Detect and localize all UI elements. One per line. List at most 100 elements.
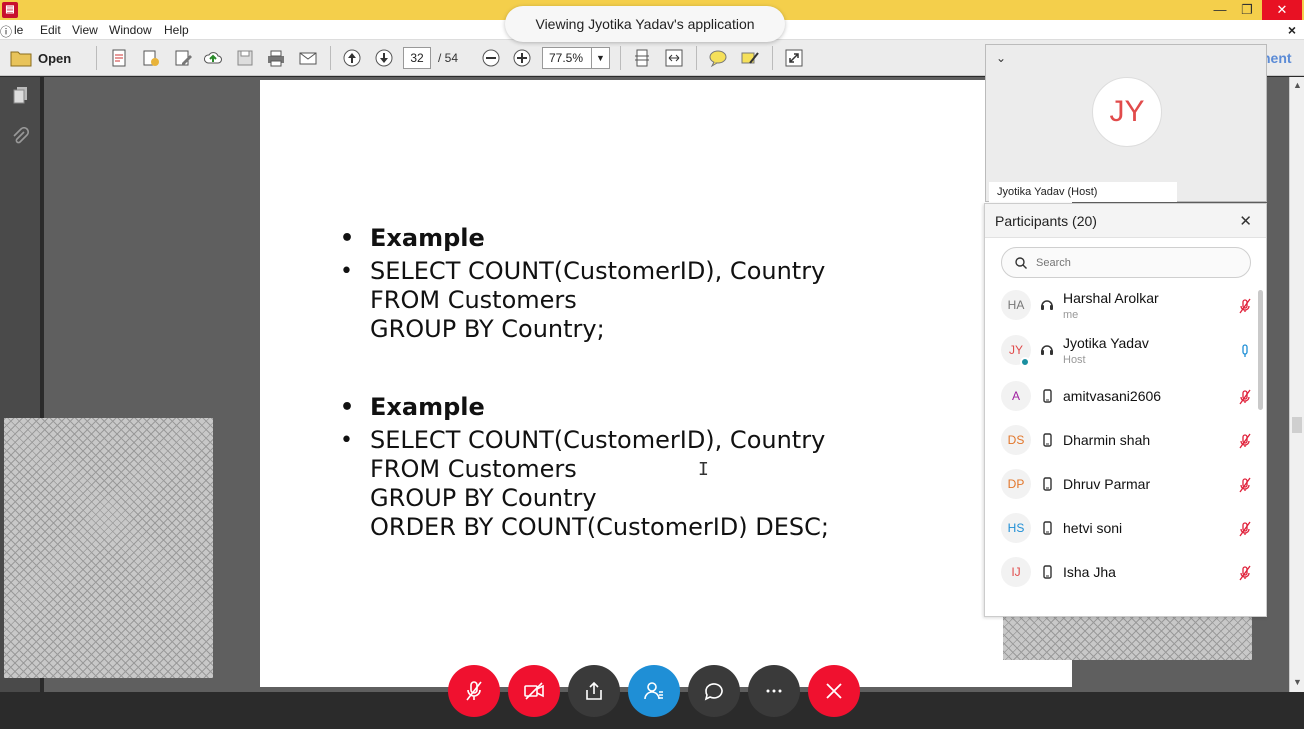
scroll-thumb[interactable] (1292, 417, 1302, 433)
text-cursor-icon: I (698, 459, 709, 480)
zoom-in-icon[interactable] (510, 47, 534, 69)
chat-icon (704, 683, 723, 701)
sql-line: GROUP BY Country; (370, 315, 605, 343)
participant-row[interactable]: Aamitvasani2606 (985, 375, 1257, 419)
page-number-input[interactable]: 32 (403, 47, 431, 69)
search-input[interactable] (1036, 254, 1236, 272)
example-block-2: Example SELECT COUNT(CustomerID), Countr… (340, 393, 829, 542)
participant-row[interactable]: DS Dharmin shah (985, 419, 1257, 463)
phone-icon (1043, 565, 1052, 579)
info-icon: ⓘ (0, 25, 13, 39)
panel-scrollbar[interactable] (1258, 290, 1263, 410)
sql-line: SELECT COUNT(CustomerID), Country (340, 426, 829, 455)
mute-button[interactable] (448, 665, 500, 717)
sql-line: ORDER BY COUNT(CustomerID) DESC; (370, 513, 829, 541)
share-icon (586, 681, 602, 700)
highlight-icon[interactable] (738, 47, 762, 69)
mic-muted-icon[interactable] (1239, 433, 1251, 449)
scroll-down-icon[interactable]: ▼ (1293, 677, 1302, 687)
more-options-button[interactable] (748, 665, 800, 717)
close-window-button[interactable]: ✕ (1262, 0, 1302, 20)
mic-muted-icon[interactable] (1239, 389, 1251, 405)
scroll-up-icon[interactable]: ▲ (1293, 80, 1302, 90)
participant-row[interactable]: IJ Isha Jha (985, 551, 1257, 595)
video-toggle-button[interactable] (508, 665, 560, 717)
mic-off-icon (466, 681, 482, 701)
comment-icon[interactable] (706, 47, 730, 69)
close-document-icon[interactable]: × (1288, 22, 1296, 38)
share-button[interactable] (568, 665, 620, 717)
save-icon[interactable] (233, 47, 257, 69)
leave-meeting-button[interactable] (808, 665, 860, 717)
folder-icon (10, 51, 32, 67)
participants-panel: Participants (20) ✕ HA Harshal Arolkar me J… (984, 203, 1267, 617)
menu-file[interactable]: le (14, 23, 23, 37)
edit-pdf-icon[interactable] (171, 47, 195, 69)
participant-row[interactable]: HA Harshal Arolkar me (985, 284, 1257, 328)
participant-avatar: IJ (1001, 557, 1031, 587)
acrobat-logo-icon: ▤ (2, 2, 18, 18)
participant-role: me (1063, 309, 1079, 321)
participant-row[interactable]: JY Jyotika Yadav Host (985, 329, 1257, 373)
chat-button[interactable] (688, 665, 740, 717)
mic-muted-icon[interactable] (1239, 521, 1251, 537)
example-block-1: Example SELECT COUNT(CustomerID), Countr… (340, 224, 825, 344)
menu-help[interactable]: Help (164, 23, 189, 37)
example-heading-2: Example (340, 393, 829, 422)
headset-icon (1041, 300, 1053, 310)
sql-line: FROM Customers (370, 286, 577, 314)
host-avatar: JY (1092, 77, 1162, 147)
fit-width-icon[interactable] (662, 47, 686, 69)
participant-avatar: HA (1001, 290, 1031, 320)
next-page-icon[interactable] (372, 47, 396, 69)
menu-edit[interactable]: Edit (40, 23, 61, 37)
open-button[interactable]: Open (10, 46, 71, 70)
pages-panel-icon[interactable] (11, 85, 31, 105)
sql-line: SELECT COUNT(CustomerID), Country (340, 257, 825, 286)
create-pdf-icon[interactable] (107, 47, 131, 69)
participant-search[interactable] (1001, 247, 1251, 278)
print-icon[interactable] (264, 47, 288, 69)
previous-page-icon[interactable] (340, 47, 364, 69)
participant-row[interactable]: HS hetvi soni (985, 507, 1257, 551)
upload-cloud-icon[interactable] (201, 47, 225, 69)
zoom-out-icon[interactable] (479, 47, 503, 69)
participant-name: Dhruv Parmar (1063, 476, 1151, 492)
menu-window[interactable]: Window (109, 23, 152, 37)
phone-icon (1043, 521, 1052, 535)
zoom-select[interactable]: 77.5% ▼ (542, 47, 610, 69)
combine-files-icon[interactable] (139, 47, 163, 69)
participant-avatar: HS (1001, 513, 1031, 543)
share-banner: Viewing Jyotika Yadav's application (505, 6, 785, 42)
vertical-scrollbar[interactable]: ▲ ▼ (1289, 77, 1304, 692)
panel-header: Participants (20) ✕ (985, 204, 1266, 238)
participant-avatar: A (1001, 381, 1031, 411)
fit-page-icon[interactable] (630, 47, 654, 69)
phone-icon (1043, 477, 1052, 491)
close-icon (826, 683, 842, 699)
mic-muted-icon[interactable] (1239, 565, 1251, 581)
participant-row[interactable]: DP Dhruv Parmar (985, 463, 1257, 507)
mic-active-icon[interactable] (1239, 343, 1251, 359)
attachment-icon[interactable] (11, 127, 31, 147)
mic-muted-icon[interactable] (1239, 298, 1251, 314)
close-panel-icon[interactable]: ✕ (1239, 212, 1252, 230)
chevron-down-icon[interactable]: ▼ (591, 48, 609, 68)
minimize-button[interactable]: — (1205, 0, 1235, 20)
expand-icon[interactable] (782, 47, 806, 69)
email-icon[interactable] (296, 47, 320, 69)
participant-avatar: DP (1001, 469, 1031, 499)
chevron-down-icon[interactable]: ⌄ (996, 51, 1006, 65)
participant-name: Isha Jha (1063, 564, 1116, 580)
participant-role: Host (1063, 354, 1086, 366)
phone-icon (1043, 389, 1052, 403)
participants-button[interactable] (628, 665, 680, 717)
zoom-value: 77.5% (549, 51, 584, 65)
host-name-label: Jyotika Yadav (Host) (989, 182, 1177, 202)
menu-view[interactable]: View (72, 23, 98, 37)
participants-title: Participants (20) (995, 213, 1097, 229)
mic-muted-icon[interactable] (1239, 477, 1251, 493)
restore-button[interactable]: ❐ (1232, 0, 1262, 20)
participant-name: hetvi soni (1063, 520, 1123, 536)
open-label: Open (38, 50, 72, 66)
